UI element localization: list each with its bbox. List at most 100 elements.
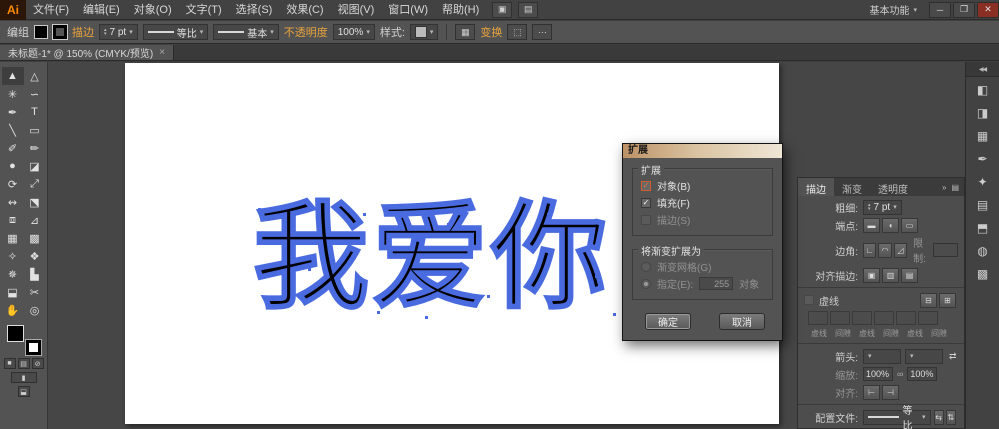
stroke-swatch[interactable]	[26, 340, 41, 355]
cap-projecting-button[interactable]: ▭	[901, 218, 918, 233]
opacity-panel-link[interactable]: 不透明度	[284, 24, 328, 40]
style-combo[interactable]: ▾	[410, 24, 439, 40]
option-object[interactable]: ✓ 对象(B)	[641, 177, 764, 194]
gradient-tool[interactable]: ▩	[24, 229, 46, 247]
perspective-grid-tool[interactable]: ⊿	[24, 211, 46, 229]
tab-close-icon[interactable]: ×	[159, 47, 165, 58]
restore-button[interactable]: ❐	[953, 2, 975, 18]
more-options-button[interactable]: ⋯	[532, 24, 552, 40]
menu-view[interactable]: 视图(V)	[331, 0, 382, 20]
dash-input-2[interactable]	[852, 311, 872, 325]
fill-swatch[interactable]	[7, 325, 24, 342]
workspace-switcher[interactable]: 基本功能 ▾	[869, 2, 917, 17]
align-stroke-outside-button[interactable]: ▤	[901, 268, 918, 283]
gap-input-3[interactable]	[918, 311, 938, 325]
swap-arrowheads-icon[interactable]: ⇄	[949, 351, 957, 362]
align-stroke-inside-button[interactable]: ▥	[882, 268, 899, 283]
join-round-button[interactable]: ◠	[878, 243, 891, 258]
arrow-align-end-button[interactable]: ⊣	[882, 385, 899, 400]
document-tab[interactable]: 未标题-1* @ 150% (CMYK/预览) ×	[0, 45, 174, 60]
cancel-button[interactable]: 取消	[719, 313, 765, 330]
paintbrush-tool[interactable]: ✐	[2, 139, 24, 157]
panel-expand-icon[interactable]: »	[942, 183, 946, 192]
appearance-panel-icon[interactable]: ◍	[970, 240, 996, 261]
cap-round-button[interactable]: ◖	[882, 218, 899, 233]
join-miter-button[interactable]: ∟	[863, 243, 876, 258]
artboard-tool[interactable]: ⬓	[2, 283, 24, 301]
blob-brush-tool[interactable]: ●	[2, 157, 24, 175]
stroke-color-swatch[interactable]	[53, 25, 67, 39]
arrow-scale-start-input[interactable]: 100%	[863, 367, 893, 381]
line-segment-tool[interactable]: ╲	[2, 121, 24, 139]
panel-menu-icon[interactable]: ▤	[951, 183, 959, 192]
join-bevel-button[interactable]: ◿	[894, 243, 907, 258]
opacity-combo[interactable]: 100% ▾	[333, 24, 375, 40]
stroke-width-combo[interactable]: ▴▾ 7 pt ▾	[99, 24, 138, 40]
shape-builder-tool[interactable]: ⧈	[2, 211, 24, 229]
layers-panel-icon[interactable]: ▤	[970, 194, 996, 215]
arrow-end-combo[interactable]: ▾	[905, 349, 943, 364]
rectangle-tool[interactable]: ▭	[24, 121, 46, 139]
link-icon[interactable]: ∞	[897, 369, 903, 379]
menu-select[interactable]: 选择(S)	[229, 0, 280, 20]
menu-object[interactable]: 对象(O)	[127, 0, 179, 20]
width-profile-combo[interactable]: 等比 ▾	[143, 24, 209, 40]
arrange-documents-icon[interactable]: ▤	[518, 2, 538, 18]
direct-selection-tool[interactable]: △	[24, 67, 46, 85]
pen-tool[interactable]: ✒	[2, 103, 24, 121]
type-tool[interactable]: T	[24, 103, 46, 121]
width-tool[interactable]: ↭	[2, 193, 24, 211]
none-button[interactable]: ⊘	[32, 358, 44, 369]
menu-help[interactable]: 帮助(H)	[435, 0, 486, 20]
selection-tool[interactable]: ▲	[2, 67, 24, 85]
brush-definition-combo[interactable]: 基本 ▾	[213, 24, 279, 40]
magic-wand-tool[interactable]: ✳	[2, 85, 24, 103]
blend-tool[interactable]: ❖	[24, 247, 46, 265]
free-transform-tool[interactable]: ⬔	[24, 193, 46, 211]
flip-across-button[interactable]: ⇅	[946, 410, 956, 425]
menu-type[interactable]: 文字(T)	[179, 0, 229, 20]
dialog-title[interactable]: 扩展	[623, 144, 782, 158]
minimize-button[interactable]: ─	[929, 2, 951, 18]
transform-panel-link[interactable]: 变换	[480, 24, 502, 40]
option-fill[interactable]: ✓ 填充(F)	[641, 194, 764, 211]
gradient-mesh-radio[interactable]	[641, 262, 651, 272]
stepper-icon[interactable]: ▴▾	[104, 28, 107, 36]
gap-input-2[interactable]	[874, 311, 894, 325]
lasso-tool[interactable]: ∽	[24, 85, 46, 103]
weight-combo[interactable]: ▴▾ 7 pt ▾	[863, 200, 902, 215]
menu-window[interactable]: 窗口(W)	[381, 0, 435, 20]
menu-edit[interactable]: 编辑(E)	[76, 0, 127, 20]
expand-panels-button[interactable]: ◀◀	[966, 62, 999, 77]
dash-align-button[interactable]: ⊞	[939, 293, 956, 308]
symbols-panel-icon[interactable]: ✦	[970, 171, 996, 192]
isolate-object-button[interactable]: ⬚	[507, 24, 527, 40]
stroke-checkbox[interactable]	[641, 215, 651, 225]
color-panel-icon[interactable]: ◧	[970, 79, 996, 100]
specify-input[interactable]: 255	[699, 277, 733, 290]
artboards-panel-icon[interactable]: ⬒	[970, 217, 996, 238]
option-stroke[interactable]: 描边(S)	[641, 211, 764, 228]
draw-mode-button[interactable]: ▮	[11, 372, 37, 383]
option-gradient-mesh[interactable]: 渐变网格(G)	[641, 258, 764, 275]
rotate-tool[interactable]: ⟳	[2, 175, 24, 193]
app-logo[interactable]: Ai	[0, 0, 26, 20]
slice-tool[interactable]: ✂	[24, 283, 46, 301]
align-objects-button[interactable]: ▦	[455, 24, 475, 40]
arrow-align-tip-button[interactable]: ⊢	[863, 385, 880, 400]
hand-tool[interactable]: ✋	[2, 301, 24, 319]
flip-along-button[interactable]: ⇆	[934, 410, 944, 425]
fill-checkbox[interactable]: ✓	[641, 198, 651, 208]
specify-radio[interactable]	[641, 279, 651, 289]
tab-transparency[interactable]: 透明度	[870, 178, 916, 196]
cap-butt-button[interactable]: ▬	[863, 218, 880, 233]
ok-button[interactable]: 确定	[645, 313, 691, 330]
screen-mode-button[interactable]: ⬓	[18, 386, 30, 397]
scale-tool[interactable]: ⤢	[24, 175, 46, 193]
menu-effect[interactable]: 效果(C)	[279, 0, 330, 20]
align-stroke-center-button[interactable]: ▣	[863, 268, 880, 283]
stroke-panel-link[interactable]: 描边	[72, 24, 94, 40]
profile-combo[interactable]: 等比 ▾	[863, 410, 931, 425]
option-specify[interactable]: 指定(E): 255 对象	[641, 275, 764, 292]
zoom-tool[interactable]: ◎	[24, 301, 46, 319]
